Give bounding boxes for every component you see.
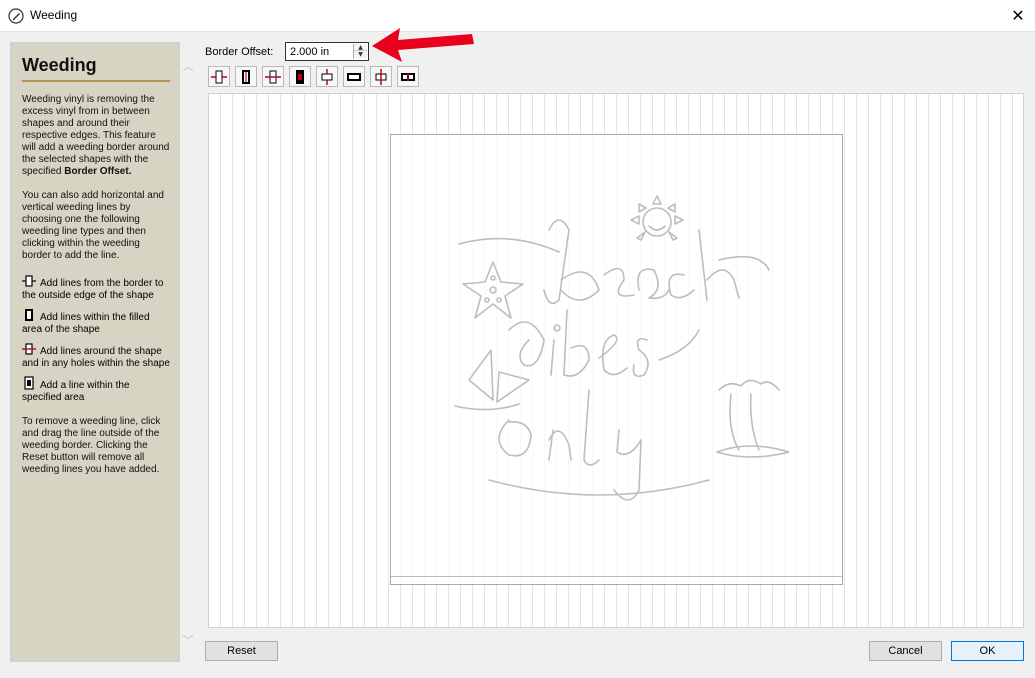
- vertical-border-to-edge-icon[interactable]: [208, 66, 230, 87]
- weeding-canvas[interactable]: [208, 93, 1024, 628]
- horizontal-around-shape-icon[interactable]: [370, 66, 392, 87]
- border-offset-label: Border Offset:: [205, 46, 274, 58]
- line-within-filled-icon: [25, 309, 33, 321]
- legend-item-border-to-edge: Add lines from the border to the outside…: [22, 274, 170, 302]
- legend-item-within-filled: Add lines within the filled area of the …: [22, 308, 170, 336]
- app-logo-icon: [8, 8, 24, 24]
- spin-up-icon[interactable]: ▲: [354, 44, 367, 51]
- legend-item-around-shape: Add lines around the shape and in any ho…: [22, 342, 170, 370]
- ok-button[interactable]: OK: [951, 641, 1024, 661]
- help-panel: Weeding Weeding vinyl is removing the ex…: [10, 42, 180, 662]
- border-offset-input[interactable]: [290, 44, 350, 59]
- horizontal-within-filled-icon[interactable]: [343, 66, 365, 87]
- palm-island-icon: [716, 379, 789, 458]
- line-around-shape-icon: [22, 343, 36, 355]
- sun-icon: [630, 195, 684, 241]
- help-scroll-up-icon[interactable]: ︿: [181, 58, 195, 73]
- close-button[interactable]: ✕: [1007, 5, 1029, 27]
- horizontal-within-area-icon[interactable]: [397, 66, 419, 87]
- red-arrow-annotation-icon: [372, 28, 474, 62]
- vibes-lettering-icon: [508, 309, 700, 378]
- help-heading: Weeding: [22, 55, 170, 82]
- spinner[interactable]: ▲ ▼: [353, 44, 367, 59]
- sailboat-icon: [454, 349, 530, 411]
- beach-lettering-icon: [458, 219, 770, 305]
- legend-item-within-area: Add a line within the specified area: [22, 376, 170, 404]
- beach-design-artwork: [454, 195, 789, 501]
- window-title: Weeding: [30, 8, 78, 22]
- title-bar: Weeding ✕: [0, 0, 1035, 32]
- help-intro-bold: Border Offset.: [64, 166, 132, 177]
- horizontal-border-to-edge-icon[interactable]: [316, 66, 338, 87]
- starfish-icon: [462, 261, 524, 319]
- vertical-around-shape-icon[interactable]: [262, 66, 284, 87]
- vertical-within-filled-icon[interactable]: [235, 66, 257, 87]
- help-intro: Weeding vinyl is removing the excess vin…: [22, 94, 170, 177]
- spin-down-icon[interactable]: ▼: [354, 51, 367, 58]
- help-scroll-down-icon[interactable]: ﹀: [181, 632, 195, 647]
- line-border-to-edge-icon: [22, 275, 36, 287]
- weeding-baseline: [391, 576, 842, 577]
- vertical-within-area-icon[interactable]: [289, 66, 311, 87]
- border-offset-spinbox[interactable]: ▲ ▼: [285, 42, 369, 61]
- weeding-dialog: Weeding ✕ Weeding Weeding vinyl is remov…: [0, 0, 1035, 678]
- help-paragraph-3: To remove a weeding line, click and drag…: [22, 416, 161, 475]
- reset-button[interactable]: Reset: [205, 641, 278, 661]
- line-within-area-icon: [24, 376, 34, 390]
- help-paragraph-2: You can also add horizontal and vertical…: [22, 190, 164, 261]
- cancel-button[interactable]: Cancel: [869, 641, 942, 661]
- only-lettering-icon: [488, 389, 710, 501]
